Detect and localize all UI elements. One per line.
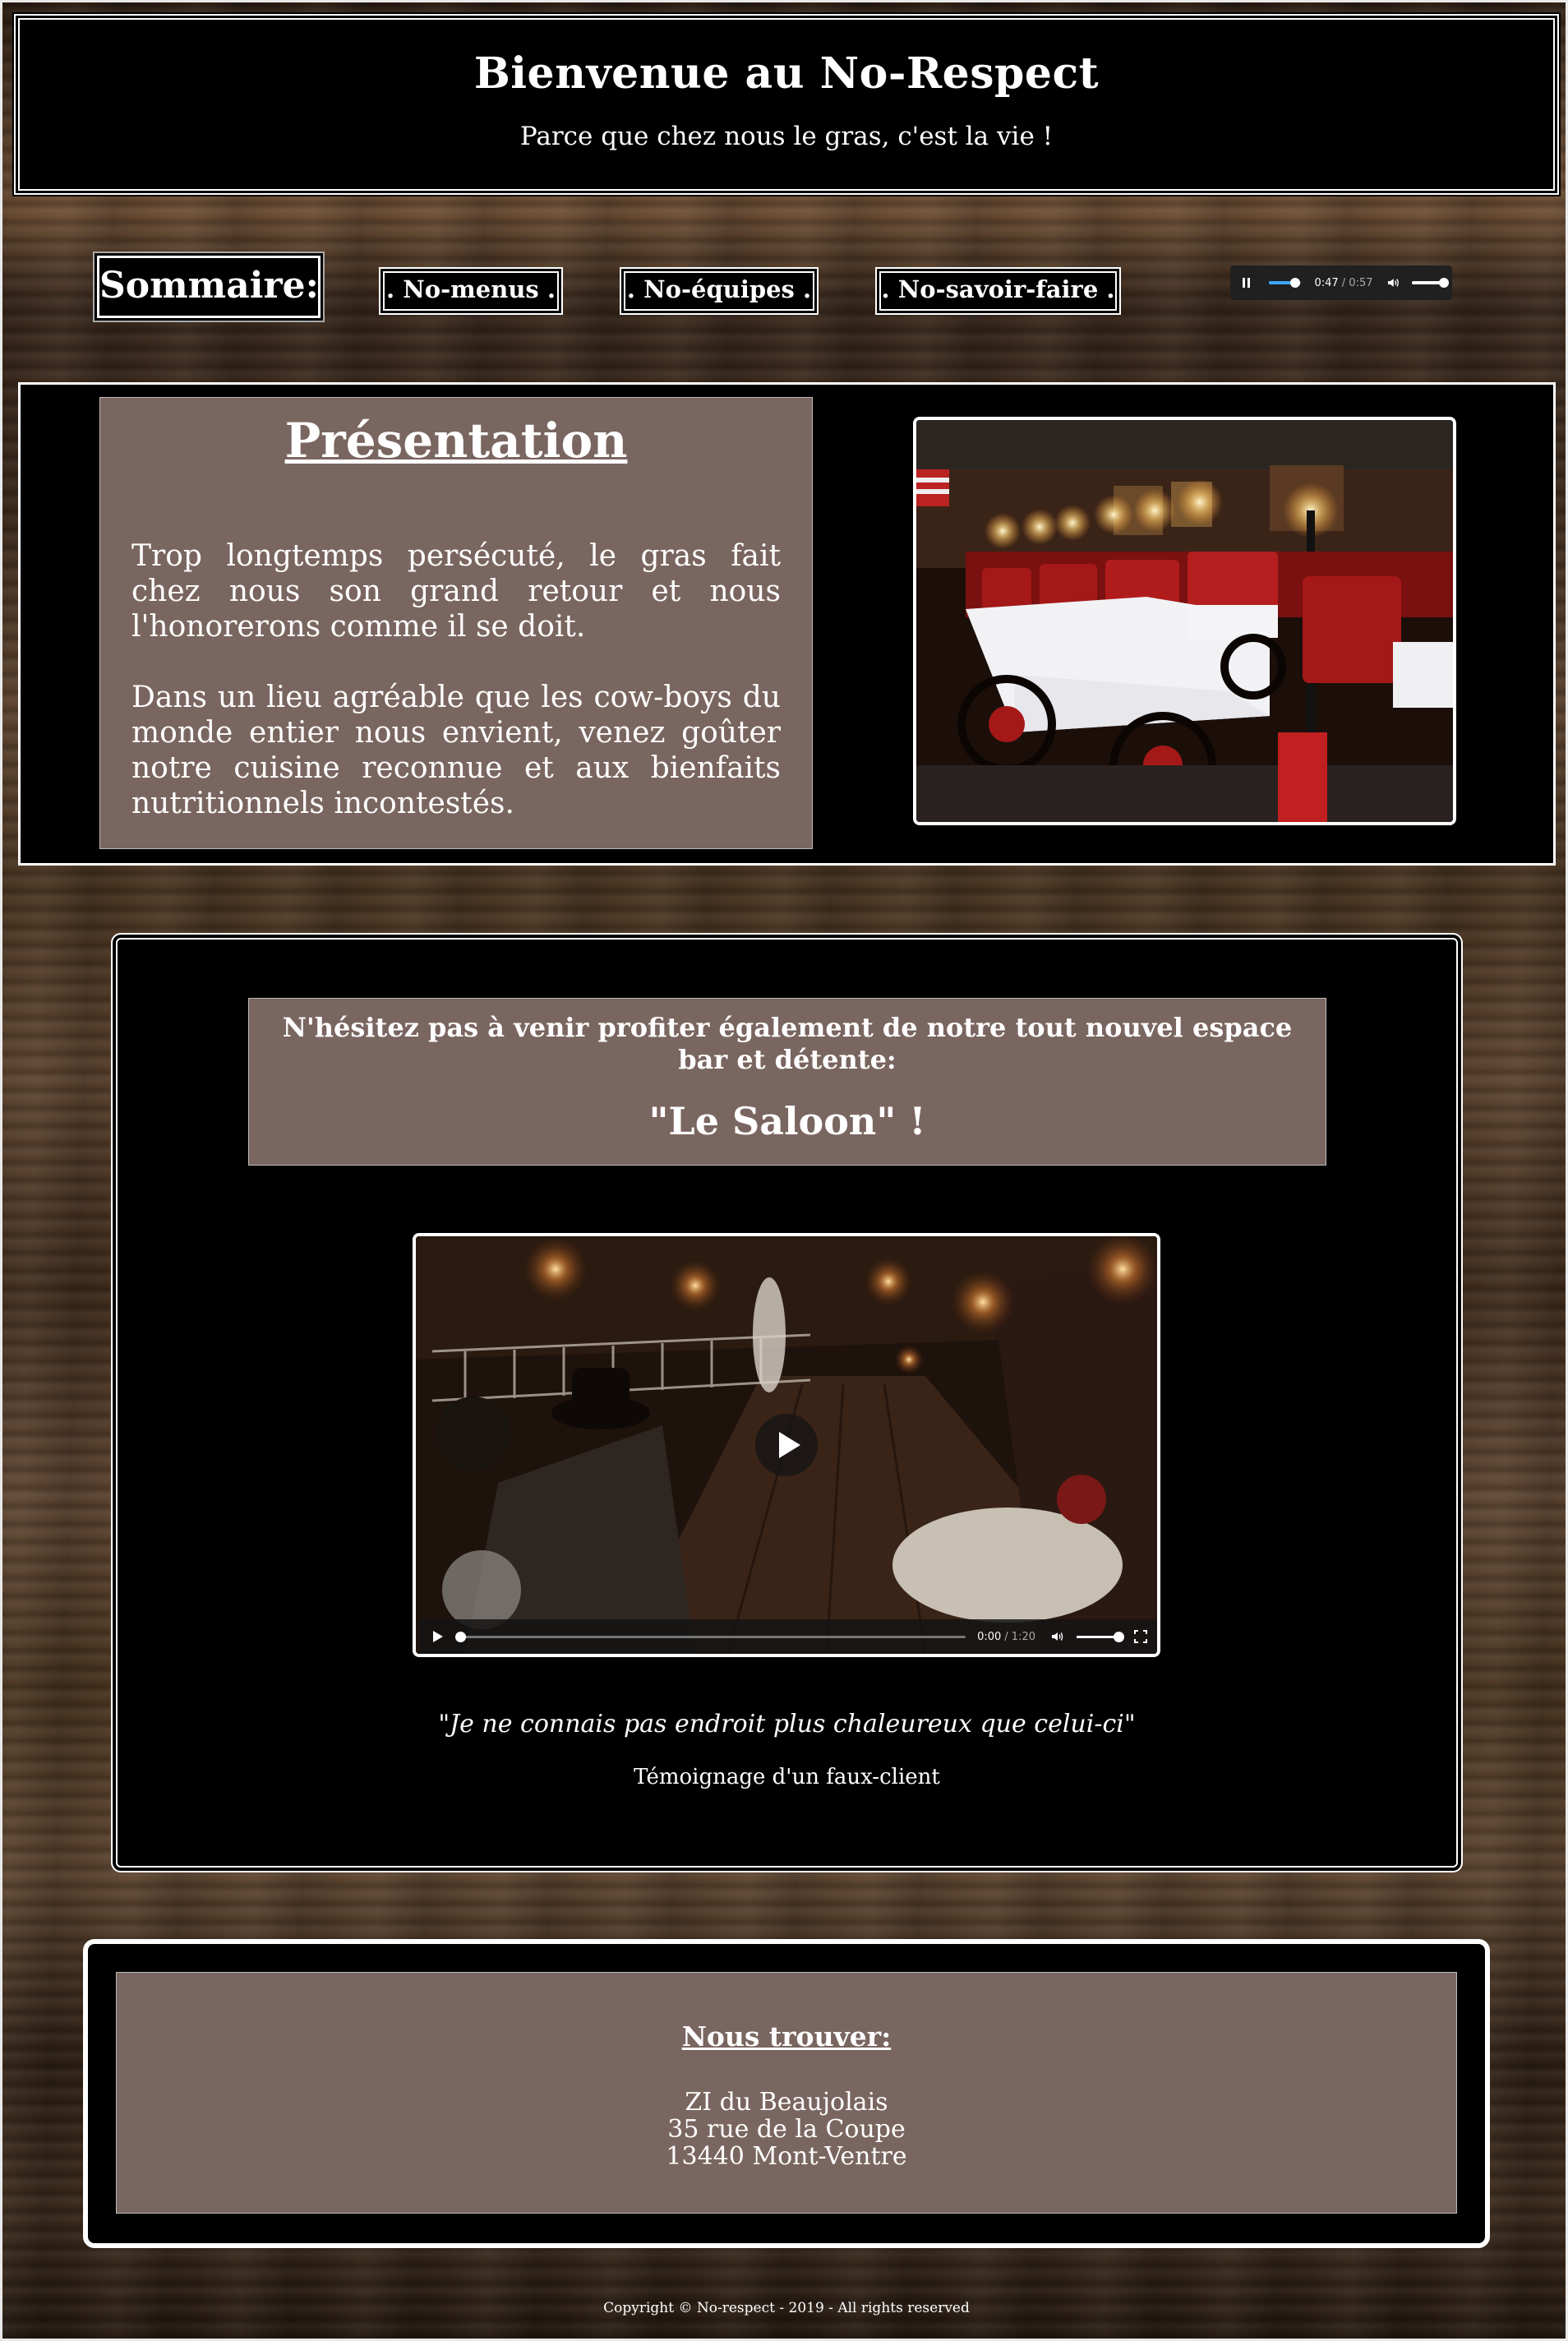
nav-link-savoir-faire[interactable]: . No-savoir-faire . [875, 267, 1121, 315]
presentation-card: Présentation Trop longtemps persécuté, l… [99, 397, 813, 849]
saloon-video[interactable]: 0:00 / 1:20 [413, 1233, 1160, 1657]
video-controls[interactable]: 0:00 / 1:20 [419, 1619, 1157, 1654]
saloon-card: N'hésitez pas à venir profiter également… [248, 998, 1326, 1166]
address: ZI du Beaujolais 35 rue de la Coupe 1344… [117, 2089, 1456, 2170]
play-icon[interactable] [432, 1630, 444, 1643]
testimonial-author: Témoignage d'un faux-client [634, 1765, 940, 1789]
saloon-name: "Le Saloon" ! [648, 1099, 926, 1143]
address-line-2: 35 rue de la Coupe [667, 2115, 906, 2144]
video-frame [416, 1236, 1157, 1654]
copyright: Copyright © No-respect - 2019 - All righ… [603, 2300, 970, 2316]
audio-time: 0:47 / 0:57 [1314, 277, 1372, 289]
site-header: Bienvenue au No-Respect Parce que chez n… [12, 12, 1561, 196]
video-seek-bar[interactable] [455, 1631, 966, 1642]
audio-progress-knob[interactable] [1290, 278, 1301, 288]
sommaire-label: Sommaire: [97, 256, 321, 318]
page-subtitle: Parce que chez nous le gras, c'est la vi… [519, 122, 1054, 151]
video-seek-knob[interactable] [455, 1631, 466, 1642]
presentation-paragraph-1: Trop longtemps persécuté, le gras fait c… [131, 539, 781, 644]
audio-player[interactable]: 0:47 / 0:57 [1230, 265, 1452, 300]
video-volume-slider[interactable] [1077, 1631, 1124, 1642]
video-current-time: 0:00 [977, 1630, 1002, 1643]
nav-link-menus[interactable]: . No-menus . [379, 267, 563, 315]
audio-duration: / 0:57 [1341, 276, 1373, 289]
video-duration: / 1:20 [1004, 1630, 1035, 1643]
audio-current-time: 0:47 [1314, 276, 1339, 289]
video-volume-knob[interactable] [1114, 1631, 1124, 1642]
volume-icon[interactable] [1386, 275, 1401, 290]
testimonial-quote: "Je ne connais pas endroit plus chaleure… [438, 1710, 1136, 1738]
audio-volume-knob[interactable] [1439, 278, 1450, 288]
presentation-paragraph-2: Dans un lieu agréable que les cow-boys d… [131, 681, 781, 820]
fullscreen-icon[interactable] [1134, 1630, 1147, 1643]
nav-link-equipes[interactable]: . No-équipes . [620, 267, 819, 315]
page-title: Bienvenue au No-Respect [473, 48, 1100, 99]
saloon-intro: N'hésitez pas à venir profiter également… [282, 1012, 1293, 1075]
findus-title: Nous trouver: [681, 2020, 892, 2052]
findus-card: Nous trouver: ZI du Beaujolais 35 rue de… [116, 1972, 1457, 2214]
restaurant-photo [913, 417, 1456, 825]
address-line-1: ZI du Beaujolais [685, 2088, 888, 2117]
audio-volume-slider[interactable] [1412, 278, 1450, 288]
pause-icon[interactable] [1238, 275, 1254, 291]
address-line-3: 13440 Mont-Ventre [666, 2142, 907, 2171]
presentation-title: Présentation [284, 413, 628, 469]
volume-icon[interactable] [1050, 1629, 1065, 1644]
audio-progress-bar[interactable] [1269, 278, 1302, 288]
